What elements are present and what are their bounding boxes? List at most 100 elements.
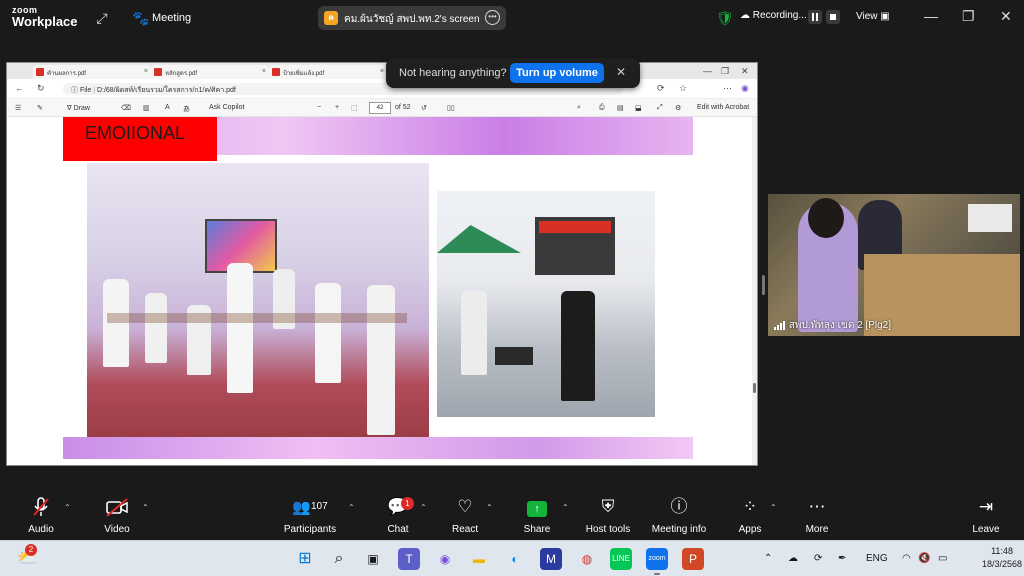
- reload-icon[interactable]: ↻: [37, 83, 45, 94]
- zoom-icon[interactable]: zoom: [646, 548, 668, 570]
- restore-icon[interactable]: ❐: [721, 66, 729, 77]
- chrome-icon[interactable]: ◍: [576, 548, 598, 570]
- onedrive-icon[interactable]: ☁: [788, 553, 798, 564]
- participant-video-tile[interactable]: สพป.พัทลุง เขต 2 [Plg2]: [768, 194, 1020, 336]
- browser-tab[interactable]: ป้ายเพิ่มแล้ง.pdf ×: [269, 65, 387, 79]
- recording-label: Recording...: [752, 10, 807, 21]
- woman-figure: [561, 291, 595, 401]
- page-view-icon[interactable]: ▥: [143, 104, 150, 112]
- info-icon: ⓘ: [670, 497, 688, 516]
- participants-options-caret[interactable]: ⌃: [348, 503, 355, 512]
- draw-tool[interactable]: ∇ Draw: [67, 104, 90, 112]
- share-options-caret[interactable]: ⌃: [562, 503, 569, 512]
- zoom-out-icon[interactable]: −: [317, 104, 321, 111]
- battery-icon[interactable]: ▭: [938, 553, 947, 564]
- show-hidden-icons[interactable]: ⌃: [764, 553, 772, 564]
- participants-button[interactable]: 👥107 Participants: [282, 496, 338, 535]
- video-options-caret[interactable]: ⌃: [142, 503, 149, 512]
- edge-icon[interactable]: ◐: [504, 548, 526, 570]
- pen-icon[interactable]: ✒: [838, 553, 846, 564]
- clock[interactable]: 11:48 18/3/2568: [982, 545, 1022, 571]
- back-icon[interactable]: ←: [15, 83, 24, 93]
- brand-bottom: Workplace: [12, 14, 78, 29]
- share-button[interactable]: ↑ Share: [522, 496, 552, 535]
- fullscreen-icon[interactable]: ⤢: [657, 104, 663, 112]
- volume-muted-icon[interactable]: 🔇: [918, 553, 930, 564]
- audio-notice-message: Not hearing anything?: [399, 67, 507, 79]
- panel-resize-handle[interactable]: [762, 275, 765, 295]
- read-aloud-icon[interactable]: A: [165, 104, 170, 111]
- ask-copilot-button[interactable]: Ask Copilot: [209, 104, 244, 111]
- page-number-input[interactable]: 42: [369, 102, 391, 114]
- copilot-icon[interactable]: ◉: [434, 548, 456, 570]
- react-options-caret[interactable]: ⌃: [486, 503, 493, 512]
- apps-button[interactable]: ⁘ Apps: [736, 496, 764, 535]
- fit-page-icon[interactable]: ⬚: [351, 104, 358, 112]
- edit-with-acrobat-button[interactable]: Edit with Acrobat: [697, 104, 749, 111]
- restore-icon[interactable]: ❐: [962, 8, 975, 25]
- video-button[interactable]: Video: [102, 496, 132, 535]
- leave-button[interactable]: ⇥ Leave: [972, 496, 1000, 535]
- powerpoint-icon[interactable]: P: [682, 548, 704, 570]
- meeting-label[interactable]: Meeting: [152, 12, 191, 24]
- turn-up-volume-button[interactable]: Turn up volume: [510, 63, 604, 83]
- translate-icon[interactable]: あ: [183, 104, 190, 114]
- audio-button[interactable]: Audio: [26, 496, 56, 535]
- search-icon[interactable]: ⌕: [328, 548, 350, 570]
- more-button[interactable]: ⋯ More: [804, 496, 830, 535]
- favorites-icon[interactable]: ☆: [679, 83, 687, 94]
- close-window-icon[interactable]: ✕: [1000, 8, 1012, 25]
- line-icon[interactable]: LINE: [610, 548, 632, 570]
- host-tools-label: Host tools: [585, 524, 631, 535]
- task-view-icon[interactable]: ▣: [362, 548, 384, 570]
- copilot-icon[interactable]: ◉: [741, 83, 749, 94]
- minimize-icon[interactable]: —: [924, 8, 938, 24]
- eraser-icon[interactable]: ⌫: [121, 104, 131, 112]
- more-icon[interactable]: ⋯: [723, 83, 732, 94]
- teams-icon[interactable]: T: [398, 548, 420, 570]
- react-button[interactable]: ♡ React: [452, 496, 478, 535]
- host-tools-button[interactable]: ⛨ Host tools: [584, 496, 632, 535]
- pause-recording-button[interactable]: [808, 10, 822, 24]
- screen-share-indicator[interactable]: ค คม.ผ้นวัชญ์ สพป.พท.2's screen •••: [318, 6, 506, 30]
- stop-recording-button[interactable]: [826, 10, 840, 24]
- refresh-icon[interactable]: ⟳: [657, 83, 665, 94]
- participants-icon: 👥107: [292, 499, 328, 516]
- browser-tab[interactable]: คำนผลการ.pdf ×: [33, 65, 151, 79]
- settings-icon[interactable]: ⚙: [675, 104, 681, 112]
- browser-tab[interactable]: หลักสูตร.pdf ×: [151, 65, 269, 79]
- pdf-scrollbar[interactable]: [752, 117, 757, 465]
- close-window-icon[interactable]: ✕: [741, 66, 749, 77]
- chat-options-caret[interactable]: ⌃: [420, 503, 427, 512]
- zoom-in-icon[interactable]: +: [335, 104, 339, 111]
- app-icon[interactable]: M: [540, 548, 562, 570]
- more-options-icon[interactable]: •••: [485, 10, 500, 25]
- close-icon[interactable]: ✕: [616, 65, 626, 79]
- tab-label: คำนผลการ.pdf: [47, 71, 86, 77]
- sync-icon[interactable]: ⟳: [814, 553, 822, 564]
- rotate-icon[interactable]: ↺: [421, 104, 427, 112]
- close-tab-icon[interactable]: ×: [144, 68, 148, 75]
- pdf-icon: [36, 68, 44, 76]
- apps-options-caret[interactable]: ⌃: [770, 503, 777, 512]
- start-icon[interactable]: ⊞: [294, 548, 316, 570]
- close-tab-icon[interactable]: ×: [380, 68, 384, 75]
- audio-options-caret[interactable]: ⌃: [64, 503, 71, 512]
- expand-icon[interactable]: ⤢: [94, 10, 110, 26]
- minimize-icon[interactable]: —: [703, 66, 712, 76]
- view-menu[interactable]: View ▣: [856, 11, 890, 22]
- meeting-info-button[interactable]: ⓘ Meeting info: [650, 496, 708, 535]
- two-page-icon[interactable]: ▯▯: [447, 104, 455, 112]
- highlight-icon[interactable]: ✎: [37, 104, 43, 112]
- close-tab-icon[interactable]: ×: [262, 68, 266, 75]
- save-as-icon[interactable]: ⬓: [635, 104, 642, 112]
- file-explorer-icon[interactable]: ▬: [468, 548, 490, 570]
- print-icon[interactable]: ⎙: [599, 104, 605, 112]
- student-figure: [145, 293, 167, 363]
- wifi-icon[interactable]: ◠: [902, 553, 911, 564]
- save-icon[interactable]: ▤: [617, 104, 624, 112]
- language-indicator[interactable]: ENG: [866, 553, 888, 564]
- search-icon[interactable]: ⌕: [577, 104, 581, 112]
- contents-icon[interactable]: ☰: [15, 104, 21, 112]
- pdf-page-area: EMOIIONAL: [7, 117, 752, 465]
